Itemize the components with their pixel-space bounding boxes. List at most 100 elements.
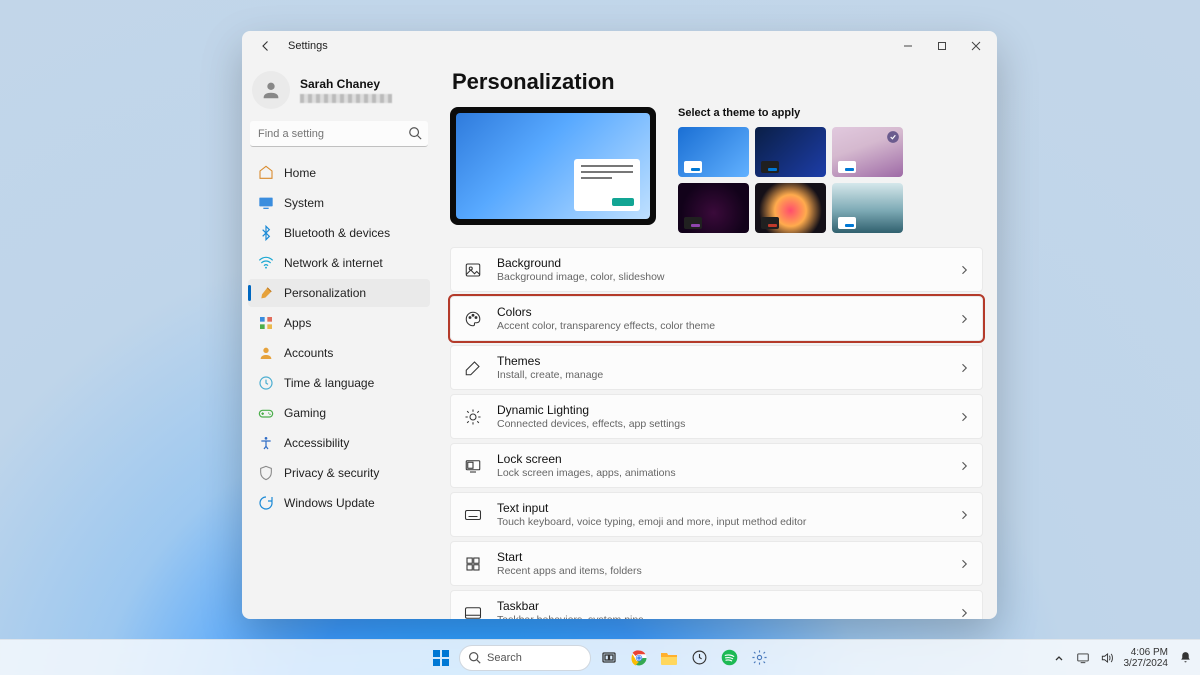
file-explorer-icon[interactable] — [657, 646, 681, 670]
nav-item-personalization[interactable]: Personalization — [248, 279, 430, 307]
card-subtitle: Install, create, manage — [497, 369, 603, 381]
card-title: Taskbar — [497, 599, 643, 613]
nav-item-label: Privacy & security — [284, 466, 379, 480]
card-subtitle: Lock screen images, apps, animations — [497, 467, 676, 479]
taskbar-clock[interactable]: 4:06 PM 3/27/2024 — [1124, 647, 1169, 669]
taskbar-time: 4:06 PM — [1124, 647, 1169, 658]
onedrive-icon[interactable] — [1076, 651, 1090, 665]
card-title: Lock screen — [497, 452, 676, 466]
chevron-right-icon — [958, 362, 970, 374]
nav-item-label: Bluetooth & devices — [284, 226, 390, 240]
bt-icon — [258, 225, 274, 241]
time-icon — [258, 375, 274, 391]
minimize-button[interactable] — [891, 34, 925, 58]
title-bar: Settings — [242, 31, 997, 61]
card-start[interactable]: Start Recent apps and items, folders — [450, 541, 983, 586]
taskbar-icon — [463, 603, 483, 620]
search-input[interactable] — [250, 121, 428, 147]
image-icon — [463, 260, 483, 280]
nav-item-label: Home — [284, 166, 316, 180]
settings-window: Settings Sarah Chaney HomeSystemBlu — [242, 31, 997, 619]
card-subtitle: Recent apps and items, folders — [497, 565, 642, 577]
card-title: Text input — [497, 501, 806, 515]
clock-app-icon[interactable] — [687, 646, 711, 670]
card-title: Background — [497, 256, 665, 270]
theme-thumb-3[interactable] — [678, 183, 749, 233]
nav-item-bluetooth-devices[interactable]: Bluetooth & devices — [248, 219, 430, 247]
content-area: Personalization Select a theme to apply — [436, 61, 997, 619]
card-lock-screen[interactable]: Lock screen Lock screen images, apps, an… — [450, 443, 983, 488]
card-title: Dynamic Lighting — [497, 403, 685, 417]
update-icon — [258, 495, 274, 511]
themes-heading: Select a theme to apply — [678, 107, 983, 119]
card-text-input[interactable]: Text input Touch keyboard, voice typing,… — [450, 492, 983, 537]
nav-item-gaming[interactable]: Gaming — [248, 399, 430, 427]
maximize-button[interactable] — [925, 34, 959, 58]
nav-item-system[interactable]: System — [248, 189, 430, 217]
chevron-right-icon — [958, 411, 970, 423]
settings-icon[interactable] — [747, 646, 771, 670]
wifi-icon — [258, 255, 274, 271]
chevron-right-icon — [958, 509, 970, 521]
chrome-icon[interactable] — [627, 646, 651, 670]
a11y-icon — [258, 435, 274, 451]
theme-thumb-4[interactable] — [755, 183, 826, 233]
task-view-icon[interactable] — [597, 646, 621, 670]
chevron-right-icon — [958, 558, 970, 570]
nav-item-accessibility[interactable]: Accessibility — [248, 429, 430, 457]
nav-item-label: Network & internet — [284, 256, 383, 270]
nav-item-home[interactable]: Home — [248, 159, 430, 187]
avatar — [252, 71, 290, 109]
taskbar-search[interactable]: Search — [459, 645, 591, 671]
nav-item-label: Windows Update — [284, 496, 375, 510]
nav-item-label: Personalization — [284, 286, 366, 300]
app-title: Settings — [288, 40, 328, 52]
theme-thumb-5[interactable] — [832, 183, 903, 233]
card-background[interactable]: Background Background image, color, slid… — [450, 247, 983, 292]
user-box[interactable]: Sarah Chaney — [248, 65, 430, 121]
brush-icon — [258, 285, 274, 301]
back-button[interactable] — [254, 34, 278, 58]
nav-item-privacy-security[interactable]: Privacy & security — [248, 459, 430, 487]
search-box[interactable] — [250, 121, 428, 147]
theme-thumb-1[interactable] — [755, 127, 826, 177]
notifications-icon[interactable] — [1178, 651, 1192, 665]
card-subtitle: Accent color, transparency effects, colo… — [497, 320, 715, 332]
spotify-icon[interactable] — [717, 646, 741, 670]
user-icon — [258, 345, 274, 361]
nav-item-label: Apps — [284, 316, 311, 330]
themes-section: Select a theme to apply — [678, 107, 983, 233]
theme-thumb-2[interactable] — [832, 127, 903, 177]
start-button[interactable] — [429, 646, 453, 670]
sidebar: Sarah Chaney Home System Bluetooth & devic… — [242, 61, 436, 619]
tray-overflow-icon[interactable] — [1052, 651, 1066, 665]
lock-icon — [463, 456, 483, 476]
nav-item-network-internet[interactable]: Network & internet — [248, 249, 430, 277]
card-title: Start — [497, 550, 642, 564]
card-taskbar[interactable]: Taskbar Taskbar behaviors, system pins — [450, 590, 983, 619]
nav-item-label: Accessibility — [284, 436, 349, 450]
card-colors[interactable]: Colors Accent color, transparency effect… — [450, 296, 983, 341]
nav-item-windows-update[interactable]: Windows Update — [248, 489, 430, 517]
card-subtitle: Background image, color, slideshow — [497, 271, 665, 283]
user-email-redacted — [300, 94, 392, 103]
chevron-right-icon — [958, 607, 970, 619]
volume-icon[interactable] — [1100, 651, 1114, 665]
settings-cards: Background Background image, color, slid… — [450, 247, 983, 619]
search-icon — [408, 126, 422, 140]
taskbar-date: 3/27/2024 — [1124, 658, 1169, 669]
nav-item-accounts[interactable]: Accounts — [248, 339, 430, 367]
close-button[interactable] — [959, 34, 993, 58]
taskbar-search-label: Search — [487, 652, 522, 664]
nav-item-time-language[interactable]: Time & language — [248, 369, 430, 397]
nav-item-apps[interactable]: Apps — [248, 309, 430, 337]
preview-mock-window — [574, 159, 640, 211]
page-title: Personalization — [452, 69, 983, 95]
nav-item-label: Time & language — [284, 376, 374, 390]
card-themes[interactable]: Themes Install, create, manage — [450, 345, 983, 390]
theme-thumb-0[interactable] — [678, 127, 749, 177]
nav-item-label: Gaming — [284, 406, 326, 420]
card-title: Themes — [497, 354, 603, 368]
card-dynamic-lighting[interactable]: Dynamic Lighting Connected devices, effe… — [450, 394, 983, 439]
nav-item-label: Accounts — [284, 346, 333, 360]
